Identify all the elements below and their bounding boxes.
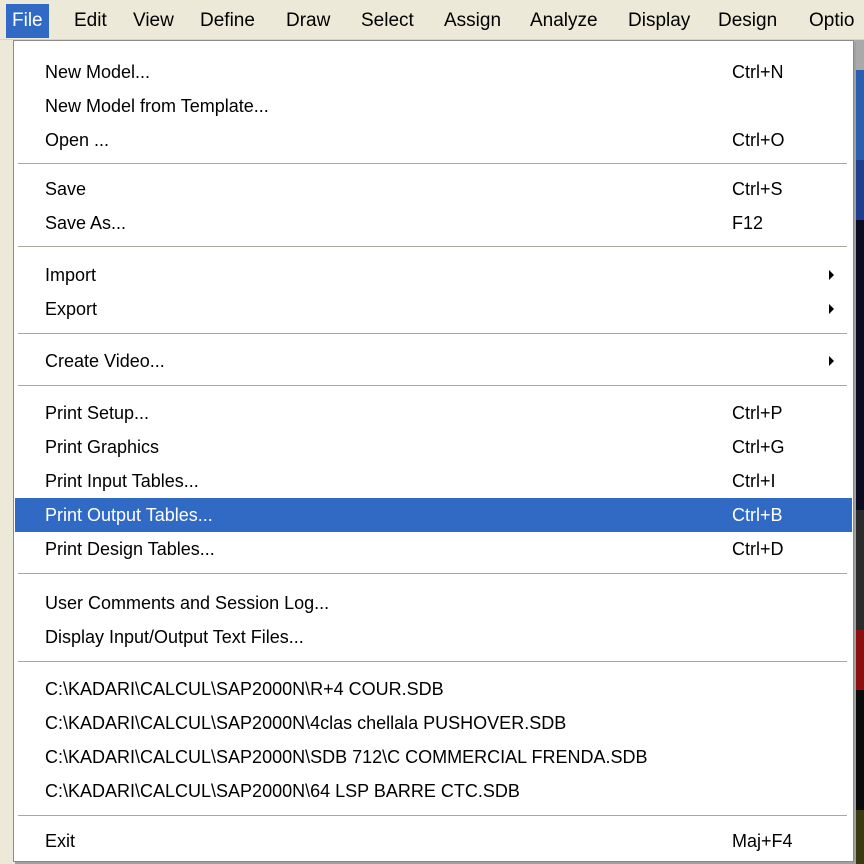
menu-separator bbox=[18, 246, 847, 248]
menu-select[interactable]: Select bbox=[355, 4, 420, 38]
menu-item-shortcut: Ctrl+D bbox=[732, 539, 784, 559]
menu-item-shortcut: Ctrl+B bbox=[732, 505, 783, 525]
menu-item-print-output-tables[interactable]: Print Output Tables... Ctrl+B bbox=[15, 498, 852, 532]
menu-separator bbox=[18, 333, 847, 335]
menu-file[interactable]: File bbox=[6, 4, 49, 38]
menu-item-label: Open ... bbox=[45, 130, 110, 150]
menu-item-label: Exit bbox=[45, 831, 76, 851]
menu-item-export[interactable]: Export bbox=[15, 292, 852, 326]
recent-file-item[interactable]: C:\KADARI\CALCUL\SAP2000N\R+4 COUR.SDB bbox=[15, 672, 852, 706]
menu-item-new-model[interactable]: New Model... Ctrl+N bbox=[15, 55, 852, 89]
menu-assign[interactable]: Assign bbox=[438, 4, 507, 38]
submenu-arrow-icon bbox=[829, 270, 834, 280]
menu-item-user-comments[interactable]: User Comments and Session Log... bbox=[15, 586, 852, 620]
menu-item-label: Print Graphics bbox=[45, 437, 160, 457]
file-menu-dropdown: New Model... Ctrl+N New Model from Templ… bbox=[13, 40, 854, 862]
menu-item-new-model-from-template[interactable]: New Model from Template... bbox=[15, 89, 852, 123]
menu-item-save[interactable]: Save Ctrl+S bbox=[15, 172, 852, 206]
menu-item-shortcut: Ctrl+P bbox=[732, 403, 783, 423]
submenu-arrow-icon bbox=[829, 304, 834, 314]
menu-item-label: Print Setup... bbox=[45, 403, 150, 423]
menu-define[interactable]: Define bbox=[194, 4, 261, 38]
menu-item-label: New Model from Template... bbox=[45, 96, 269, 116]
menu-item-shortcut: Ctrl+G bbox=[732, 437, 785, 457]
menu-separator bbox=[18, 573, 847, 575]
menu-item-shortcut: F12 bbox=[732, 213, 764, 233]
submenu-arrow-icon bbox=[829, 356, 834, 366]
menu-item-label: Import bbox=[45, 265, 97, 285]
menu-item-label: Save As... bbox=[45, 213, 127, 233]
menu-item-display-io-files[interactable]: Display Input/Output Text Files... bbox=[15, 620, 852, 654]
menu-item-label: Display Input/Output Text Files... bbox=[45, 627, 304, 647]
recent-file-item[interactable]: C:\KADARI\CALCUL\SAP2000N\SDB 712\C COMM… bbox=[15, 740, 852, 774]
recent-file-item[interactable]: C:\KADARI\CALCUL\SAP2000N\64 LSP BARRE C… bbox=[15, 774, 852, 808]
menu-item-label: Save bbox=[45, 179, 87, 199]
menu-item-shortcut: Maj+F4 bbox=[732, 831, 793, 851]
menu-item-shortcut: Ctrl+N bbox=[732, 62, 784, 82]
menu-design[interactable]: Design bbox=[712, 4, 783, 38]
menu-item-label: Export bbox=[45, 299, 98, 319]
recent-file-label: C:\KADARI\CALCUL\SAP2000N\R+4 COUR.SDB bbox=[45, 679, 444, 699]
menu-item-print-design-tables[interactable]: Print Design Tables... Ctrl+D bbox=[15, 532, 852, 566]
recent-file-label: C:\KADARI\CALCUL\SAP2000N\64 LSP BARRE C… bbox=[45, 781, 520, 801]
recent-file-label: C:\KADARI\CALCUL\SAP2000N\4clas chellala… bbox=[45, 713, 567, 733]
menu-item-label: User Comments and Session Log... bbox=[45, 593, 330, 613]
menu-item-import[interactable]: Import bbox=[15, 258, 852, 292]
menu-item-label: Print Output Tables... bbox=[45, 505, 213, 525]
menu-edit[interactable]: Edit bbox=[68, 4, 113, 38]
menu-separator bbox=[18, 815, 847, 817]
menu-item-open[interactable]: Open ... Ctrl+O bbox=[15, 123, 852, 157]
menu-item-save-as[interactable]: Save As... F12 bbox=[15, 206, 852, 240]
menu-item-print-input-tables[interactable]: Print Input Tables... Ctrl+I bbox=[15, 464, 852, 498]
menu-item-shortcut: Ctrl+S bbox=[732, 179, 783, 199]
menu-options[interactable]: Optio bbox=[803, 4, 860, 38]
menu-separator bbox=[18, 385, 847, 387]
menu-item-print-graphics[interactable]: Print Graphics Ctrl+G bbox=[15, 430, 852, 464]
menu-item-label: Print Design Tables... bbox=[45, 539, 215, 559]
menu-item-print-setup[interactable]: Print Setup... Ctrl+P bbox=[15, 396, 852, 430]
menu-item-create-video[interactable]: Create Video... bbox=[15, 344, 852, 378]
menu-separator bbox=[18, 661, 847, 663]
menu-display[interactable]: Display bbox=[622, 4, 696, 38]
menu-item-label: Print Input Tables... bbox=[45, 471, 199, 491]
menu-item-shortcut: Ctrl+O bbox=[732, 130, 785, 150]
menu-analyze[interactable]: Analyze bbox=[524, 4, 604, 38]
menu-draw[interactable]: Draw bbox=[280, 4, 336, 38]
menu-view[interactable]: View bbox=[127, 4, 180, 38]
background-window-edge bbox=[854, 40, 864, 864]
menu-item-label: Create Video... bbox=[45, 351, 165, 371]
recent-file-item[interactable]: C:\KADARI\CALCUL\SAP2000N\4clas chellala… bbox=[15, 706, 852, 740]
menu-separator bbox=[18, 163, 847, 165]
menu-item-label: New Model... bbox=[45, 62, 151, 82]
recent-file-label: C:\KADARI\CALCUL\SAP2000N\SDB 712\C COMM… bbox=[45, 747, 648, 767]
menu-item-shortcut: Ctrl+I bbox=[732, 471, 776, 491]
menu-bar: File Edit View Define Draw Select Assign… bbox=[0, 0, 864, 40]
menu-item-exit[interactable]: Exit Maj+F4 bbox=[15, 824, 852, 858]
